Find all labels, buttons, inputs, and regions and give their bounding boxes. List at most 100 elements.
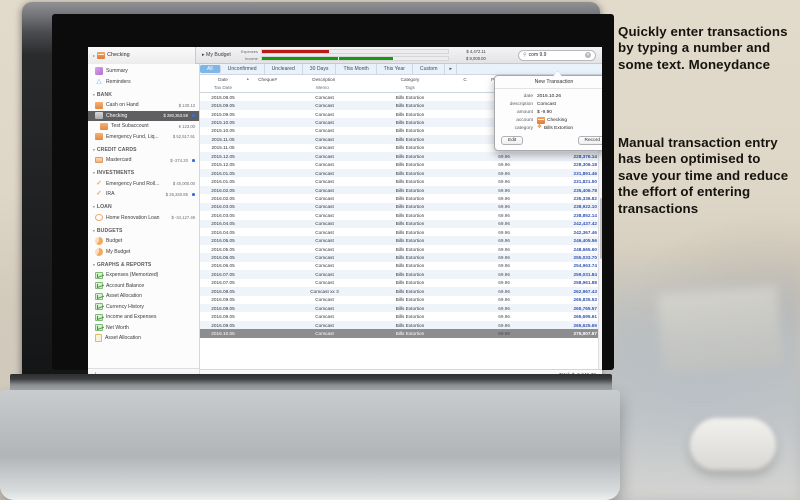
group-disclosure-icon[interactable]: ▾ [93,263,95,267]
sidebar-item-emergency-fund-liq[interactable]: Emergency Fund, Liq... $ 52,517.91 [88,132,199,143]
sidebar-item-currency-history[interactable]: Currency History [88,302,199,313]
filter-tab-all[interactable]: All [200,65,221,73]
scrollbar-thumb[interactable] [599,197,602,259]
sidebar-item-test-subaccount[interactable]: Test Subaccount € 123.00 [88,121,199,132]
table-row[interactable]: 2016.01.05 Comcast Bills Extortion 69.96 231… [200,177,602,185]
sidebar-item-reminders[interactable]: △ Reminders [88,77,199,88]
search-input[interactable]: ⚲ com 9.9 ✕ [518,49,596,61]
table-row[interactable]: 2016.09.05 Comcast Bills Extortion 69.96 265… [200,296,602,304]
sidebar-item-expenses-memorized[interactable]: Expenses (Memorized) [88,270,199,281]
cell-balance: 265,625.65 [573,322,597,328]
table-row[interactable]: 2016.04.05 Comcast Bills Extortion 69.96 242… [200,219,602,228]
my-budget-link[interactable]: ▸ My Budget [202,52,231,58]
sidebar-item-cash-on-hand[interactable]: Cash on Hand $ 130.13 [88,100,199,111]
group-disclosure-icon[interactable]: ▾ [93,171,95,175]
sidebar-item-asset-allocation[interactable]: Asset Allocation [88,291,199,302]
cell-balance: 238,922.10 [573,204,597,210]
new-transaction-popup[interactable]: New Transaction date 2016.10.26 descriptio… [494,71,602,152]
cell-description: Comcast [315,280,334,286]
laptop-base [0,390,620,500]
sidebar-group-investments[interactable]: ▾ INVESTMENTS [88,168,199,179]
sidebar-item-mastercard[interactable]: Mastercard $ -274.20 [88,155,199,166]
sidebar-item-checking[interactable]: Checking $ 280,353.58 [88,110,199,121]
sidebar-item-home-renovation-loan[interactable]: Home Renovation Loan $ -34,127.49 [88,213,199,224]
popup-field-amount[interactable]: amount $ -9.90 [501,108,602,116]
sidebar-item-emergency-fund-roll[interactable]: ✓ Emergency Fund Roll... $ 40,000.00 [88,179,199,190]
tab-disclosure-icon[interactable]: ▸ [93,53,95,58]
group-disclosure-icon[interactable]: ▾ [93,93,95,97]
table-row[interactable]: 2016.05.05 Comcast Bills Extortion 69.96 246… [200,236,602,245]
table-row[interactable]: 2016.06.05 Comcast Bills Extortion 69.96 254… [200,262,602,270]
cell-category: Bills Extortion [395,111,425,117]
group-disclosure-icon[interactable]: ▾ [93,229,95,233]
table-row[interactable]: 2016.01.05 Comcast Bills Extortion 69.96 231… [200,168,602,178]
table-row[interactable]: 2016.02.05 Comcast Bills Extortion 69.96 235… [200,194,602,202]
popup-field-account[interactable]: account Checking [501,116,602,124]
cell-description: Comcast [315,305,334,311]
filter-tab-unconfirmed[interactable]: Unconfirmed [221,64,265,74]
popup-field-category[interactable]: category ❖ Bills Extortion [501,124,602,132]
col-description[interactable]: Description [286,77,362,82]
clear-search-icon[interactable]: ✕ [585,52,591,58]
sidebar-group-label: BUDGETS [96,227,123,234]
filter-tab-[interactable]: ▸ [445,64,458,74]
filter-tab-uncleared[interactable]: Uncleared [265,64,303,74]
table-row[interactable]: 2015.12.05 Comcast Bills Extortion 69.96 228… [200,152,602,161]
col-category[interactable]: Category [362,77,458,82]
cell-description: Comcast [315,330,334,336]
laptop-lid: ▸ Checking ▸ My Budget Expenses $ 4,472.… [22,2,614,380]
sidebar-item-label: IRA [106,191,115,198]
filter-tab-this-year[interactable]: This Year [377,64,413,74]
sidebar-group-budgets[interactable]: ▾ BUDGETS [88,225,199,236]
cell-date: 2015.09.05 [211,103,235,109]
sidebar-item-budget[interactable]: Budget [88,236,199,247]
popup-field-date[interactable]: date 2016.10.26 [501,92,602,100]
table-row[interactable]: 2015.12.05 Comcast Bills Extortion 69.96 228… [200,161,602,169]
table-row[interactable]: 2016.07.05 Comcast Bills Extortion 69.96 258… [200,279,602,287]
table-row[interactable]: 2016.02.05 Comcast Bills Extortion 69.96 235… [200,185,602,195]
popup-field-description[interactable]: description Comcast [501,100,602,108]
table-row[interactable]: 2016.05.05 Comcast Bills Extortion 69.96 248… [200,245,602,253]
table-row[interactable]: 2016.09.05 Comcast Bills Extortion 69.96 265… [200,303,602,313]
sidebar-group-credit-cards[interactable]: ▾ CREDIT CARDS [88,144,199,155]
filter-tab-this-month[interactable]: This Month [336,64,377,74]
sidebar: Summary △ Reminders ▾ BANK Cash on Hand $ 130.… [88,64,200,380]
sidebar-item-account-balance[interactable]: Account Balance [88,281,199,292]
record-button[interactable]: Record [577,136,602,146]
filter-tab-30-days[interactable]: 30 Days [303,64,337,74]
table-row[interactable]: 2016.04.05 Comcast Bills Extortion 69.96 242… [200,228,602,236]
filter-tabs[interactable]: All Unconfirmed Uncleared 30 Days This Month… [200,64,602,75]
group-disclosure-icon[interactable]: ▾ [93,205,95,209]
table-row[interactable]: 2016.07.05 Comcast Bills Extortion 69.96 259… [200,270,602,279]
sidebar-group-bank[interactable]: ▾ BANK [88,89,199,100]
edit-button[interactable]: Edit [501,136,524,146]
cell-rate: 69.96 [498,280,510,286]
sidebar-item-asset-allocation[interactable]: Asset Allocation [88,333,199,344]
cell-rate: 69.96 [498,162,510,168]
sidebar-group-loan[interactable]: ▾ LOAN [88,202,199,213]
group-disclosure-icon[interactable]: ▾ [93,148,95,152]
table-row[interactable]: 2016.10.05 Comcast Bills Extortion 69.96 275… [200,329,602,338]
table-row[interactable]: 2016.06.05 Comcast Bills Extortion 69.96 255… [200,253,602,262]
sidebar-item-income-and-expenses[interactable]: Income and Expenses [88,312,199,323]
sidebar-group-graphs-reports[interactable]: ▾ GRAPHS & REPORTS [88,259,199,270]
cell-rate: 69.96 [498,153,510,159]
sidebar-list[interactable]: Summary △ Reminders ▾ BANK Cash on Hand $ 130.… [88,64,199,368]
table-row[interactable]: 2016.09.05 Comcast Bills Extortion 69.96 265… [200,320,602,330]
table-row[interactable]: 2016.03.05 Comcast Bills Extortion 69.96 238… [200,211,602,219]
table-row[interactable]: 2016.03.05 Comcast Bills Extortion 69.96 238… [200,202,602,212]
col-cheque[interactable]: Cheque# [250,77,286,82]
sidebar-item-ira[interactable]: ✓ IRA $ 26,340.85 [88,189,199,200]
sidebar-item-net-worth[interactable]: Net Worth [88,323,199,334]
sidebar-item-my-budget[interactable]: My Budget [88,247,199,258]
table-row[interactable]: 2016.08.05 Comcast xx 3 Bills Extortion 69.… [200,287,602,296]
cell-balance: 248,665.60 [573,246,597,252]
cell-category: Bills Extortion [395,263,425,269]
col-cleared[interactable]: C [458,77,472,82]
screen-content: ▸ Checking ▸ My Budget Expenses $ 4,472.… [88,47,602,380]
filter-tab-custom[interactable]: Custom [413,64,446,74]
table-row[interactable]: 2016.09.05 Comcast Bills Extortion 69.96 265… [200,312,602,320]
account-tab-checking[interactable]: ▸ Checking [88,47,196,64]
col-date[interactable]: Date [200,77,246,82]
sidebar-item-summary[interactable]: Summary [88,66,199,77]
